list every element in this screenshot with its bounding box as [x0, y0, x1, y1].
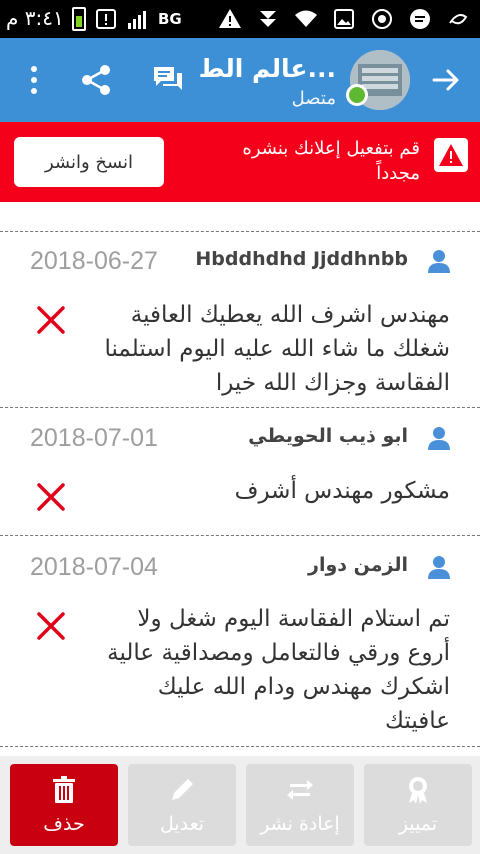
feature-button[interactable]: تمييز: [364, 764, 472, 846]
swirl-app-icon: [449, 14, 468, 25]
feature-label: تمييز: [398, 813, 438, 835]
alert-square-icon: [96, 9, 116, 29]
comments-list[interactable]: 2018-06-27 Hbddhdhd Jjddhnbb مهندس اشرف …: [0, 202, 480, 756]
republish-alert: قم بتفعيل إعلانك بنشره مجدداً انسخ وانشر: [0, 122, 480, 202]
comment-author: Hbddhdhd Jjddhnbb: [195, 248, 408, 270]
comment-text: مشكور مهندس أشرف: [234, 478, 450, 504]
bottom-toolbar: حذف تعديل إعادة نشر تمييز: [0, 756, 480, 854]
comment-separator: [0, 231, 480, 232]
signal-icon: [128, 11, 146, 29]
comment-separator: [0, 746, 480, 747]
more-vert-icon[interactable]: [16, 62, 52, 98]
republish-label: إعادة نشر: [260, 813, 340, 835]
chat-icon[interactable]: [150, 62, 186, 98]
image-icon: [334, 9, 354, 29]
status-time: ٣:٤١ م: [6, 6, 64, 30]
wifi-icon: [295, 10, 317, 27]
copy-and-publish-button[interactable]: انسخ وانشر: [14, 137, 164, 187]
comment-text: مهندس اشرف الله يعطيك العافية شغلك ما شا…: [104, 302, 450, 396]
message-icon: [410, 9, 430, 29]
delete-label: حذف: [43, 813, 85, 835]
status-right-icons: [218, 5, 470, 33]
alert-message: قم بتفعيل إعلانك بنشره مجدداً: [242, 138, 420, 184]
trash-icon: [53, 776, 75, 803]
badge-icon: [409, 777, 427, 804]
edit-label: تعديل: [159, 813, 205, 835]
online-status-dot: [346, 84, 368, 106]
network-label: BG: [158, 10, 182, 28]
delete-button[interactable]: حذف: [10, 764, 118, 846]
comment-separator: [0, 407, 480, 408]
comment-date: 2018-07-04: [30, 553, 158, 581]
sim-icon: [260, 11, 276, 27]
battery-icon: [72, 7, 86, 31]
user-icon: [428, 250, 450, 273]
user-icon: [428, 427, 450, 450]
comment-text: تم استلام الفقاسة اليوم شغل ولا أروع ورق…: [107, 606, 450, 734]
warning-icon: [219, 9, 241, 28]
chat-title[interactable]: عالم الط...: [199, 54, 336, 83]
pencil-icon: [172, 779, 193, 800]
status-bar: ٣:٤١ م BG: [0, 0, 480, 38]
comment-author: ابو ذيب الحويطي: [248, 425, 408, 447]
back-arrow-icon[interactable]: [430, 64, 462, 96]
screen: ٣:٤١ م BG عالم الط... متصل قم بتفعيل إعل…: [0, 0, 480, 854]
delete-comment-icon[interactable]: [36, 305, 66, 335]
delete-comment-icon[interactable]: [36, 611, 66, 641]
repeat-icon: [287, 780, 313, 800]
delete-comment-icon[interactable]: [36, 482, 66, 512]
app-bar: عالم الط... متصل: [0, 38, 480, 122]
chat-status: متصل: [291, 88, 336, 109]
comment-separator: [0, 535, 480, 536]
share-icon[interactable]: [78, 62, 114, 98]
comment-date: 2018-06-27: [30, 247, 158, 275]
warning-triangle-icon: [439, 144, 463, 166]
republish-button[interactable]: إعادة نشر: [246, 764, 354, 846]
edit-button[interactable]: تعديل: [128, 764, 236, 846]
comment-date: 2018-07-01: [30, 424, 158, 452]
user-icon: [428, 556, 450, 579]
status-left-icons: BG: [72, 5, 182, 33]
whatsapp-icon: [372, 9, 392, 29]
comment-author: الزمن دوار: [308, 554, 408, 576]
alert-warning-box: [434, 138, 468, 172]
